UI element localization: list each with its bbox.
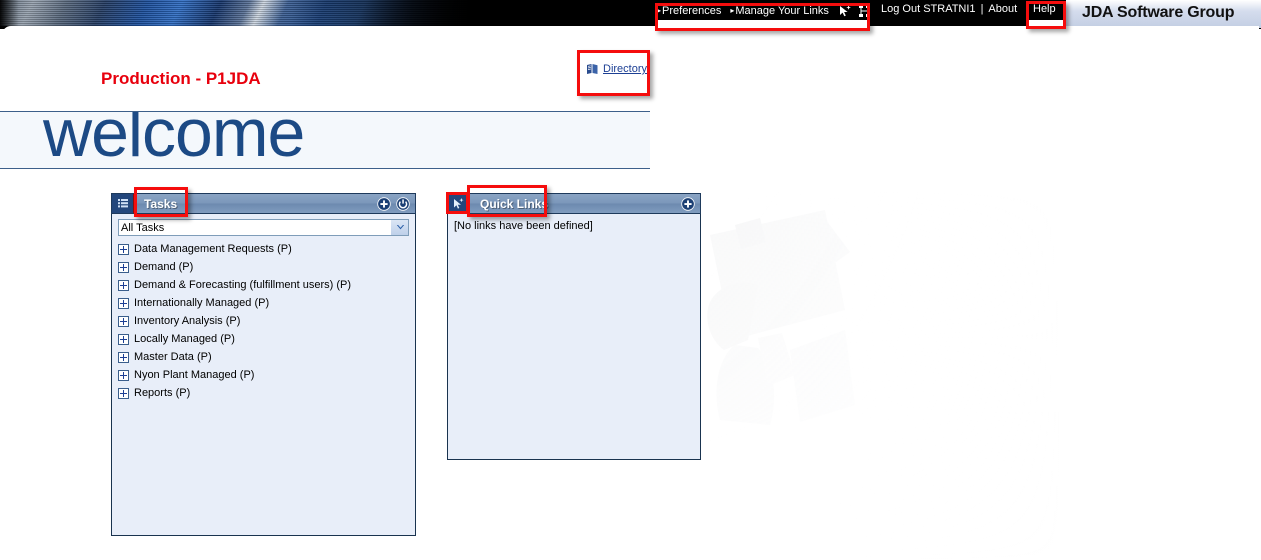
task-list: Data Management Requests (P) Demand (P) … bbox=[118, 240, 409, 402]
help-link[interactable]: Help bbox=[1033, 3, 1056, 15]
pointer-star-icon[interactable] bbox=[838, 4, 853, 18]
brand-title: JDA Software Group bbox=[1082, 4, 1235, 21]
preferences-link[interactable]: Preferences bbox=[662, 5, 721, 17]
quick-links-portlet-title: Quick Links bbox=[480, 196, 549, 211]
expand-plus-icon[interactable] bbox=[118, 279, 129, 291]
task-list-item[interactable]: Master Data (P) bbox=[118, 348, 409, 366]
tasks-portlet-header: Tasks bbox=[111, 193, 416, 214]
quick-links-portlet-body: [No links have been defined] bbox=[447, 214, 701, 460]
task-label: Nyon Plant Managed (P) bbox=[134, 369, 255, 381]
task-list-item[interactable]: Data Management Requests (P) bbox=[118, 240, 409, 258]
quick-links-portlet-header: Quick Links bbox=[447, 193, 701, 214]
annotation-help-fill bbox=[1029, 20, 1063, 29]
manage-your-links-link[interactable]: Manage Your Links bbox=[735, 5, 829, 17]
top-header-bar: ▸ Preferences ▸ Manage Your Links Log Ou… bbox=[0, 0, 1261, 29]
task-label: Reports (P) bbox=[134, 387, 191, 399]
quick-links-portlet-actions bbox=[681, 196, 700, 211]
link-node-icon[interactable] bbox=[857, 4, 872, 18]
preferences-nav-item[interactable]: ▸ Preferences bbox=[657, 5, 721, 17]
task-list-item[interactable]: Locally Managed (P) bbox=[118, 330, 409, 348]
expand-plus-icon[interactable] bbox=[118, 387, 129, 399]
quick-links-portlet: Quick Links [No links have been defined] bbox=[447, 193, 701, 460]
task-filter-wrapper: All Tasks bbox=[118, 219, 409, 240]
expand-plus-icon[interactable] bbox=[118, 261, 129, 273]
task-list-item[interactable]: Nyon Plant Managed (P) bbox=[118, 366, 409, 384]
page-title: Production - P1JDA bbox=[101, 69, 261, 88]
add-icon[interactable] bbox=[681, 196, 695, 211]
chevron-right-icon: ▸ bbox=[657, 6, 662, 15]
about-link[interactable]: About bbox=[988, 3, 1017, 15]
power-refresh-icon[interactable] bbox=[396, 196, 410, 211]
task-list-item[interactable]: Inventory Analysis (P) bbox=[118, 312, 409, 330]
add-icon[interactable] bbox=[377, 196, 391, 211]
tasks-portlet-title: Tasks bbox=[144, 196, 178, 211]
header-photo-fade bbox=[400, 0, 700, 26]
expand-plus-icon[interactable] bbox=[118, 351, 129, 363]
task-list-item[interactable]: Demand (P) bbox=[118, 258, 409, 276]
directory-link[interactable]: Directory bbox=[603, 63, 647, 75]
expand-plus-icon[interactable] bbox=[118, 315, 129, 327]
expand-plus-icon[interactable] bbox=[118, 297, 129, 309]
task-list-item[interactable]: Reports (P) bbox=[118, 384, 409, 402]
task-label: Inventory Analysis (P) bbox=[134, 315, 241, 327]
top-navigation: ▸ Preferences ▸ Manage Your Links bbox=[657, 2, 876, 20]
task-label: Demand (P) bbox=[134, 261, 194, 273]
welcome-heading: welcome bbox=[43, 111, 305, 169]
welcome-banner: welcome bbox=[0, 111, 650, 169]
task-label: Master Data (P) bbox=[134, 351, 212, 363]
tasks-portlet-actions bbox=[377, 196, 415, 211]
task-filter-select[interactable]: All Tasks bbox=[118, 219, 409, 236]
list-menu-icon[interactable] bbox=[112, 194, 134, 213]
annotation-topnav-fill bbox=[658, 20, 867, 29]
logout-link[interactable]: Log Out STRATNI1 bbox=[881, 3, 976, 15]
expand-plus-icon[interactable] bbox=[118, 243, 129, 255]
chevron-right-icon: ▸ bbox=[730, 6, 735, 15]
nav-separator: | bbox=[980, 3, 984, 15]
directory-link-group[interactable]: Directory bbox=[586, 63, 647, 75]
task-label: Demand & Forecasting (fulfillment users)… bbox=[134, 279, 352, 291]
quick-links-empty-message: [No links have been defined] bbox=[454, 220, 593, 232]
expand-plus-icon[interactable] bbox=[118, 333, 129, 345]
task-list-item[interactable]: Internationally Managed (P) bbox=[118, 294, 409, 312]
task-list-item[interactable]: Demand & Forecasting (fulfillment users)… bbox=[118, 276, 409, 294]
manage-your-links-nav-item[interactable]: ▸ Manage Your Links bbox=[730, 5, 829, 17]
task-label: Data Management Requests (P) bbox=[134, 243, 292, 255]
book-icon bbox=[586, 63, 599, 75]
task-label: Locally Managed (P) bbox=[134, 333, 235, 345]
expand-plus-icon[interactable] bbox=[118, 369, 129, 381]
task-label: Internationally Managed (P) bbox=[134, 297, 270, 309]
tasks-portlet-body: All Tasks Data Management Requests (P) D… bbox=[111, 214, 416, 536]
tasks-portlet: Tasks All Tasks Data Management Requests… bbox=[111, 193, 416, 536]
account-navigation: Log Out STRATNI1 | About bbox=[881, 3, 1017, 15]
pointer-star-icon[interactable] bbox=[448, 194, 470, 213]
